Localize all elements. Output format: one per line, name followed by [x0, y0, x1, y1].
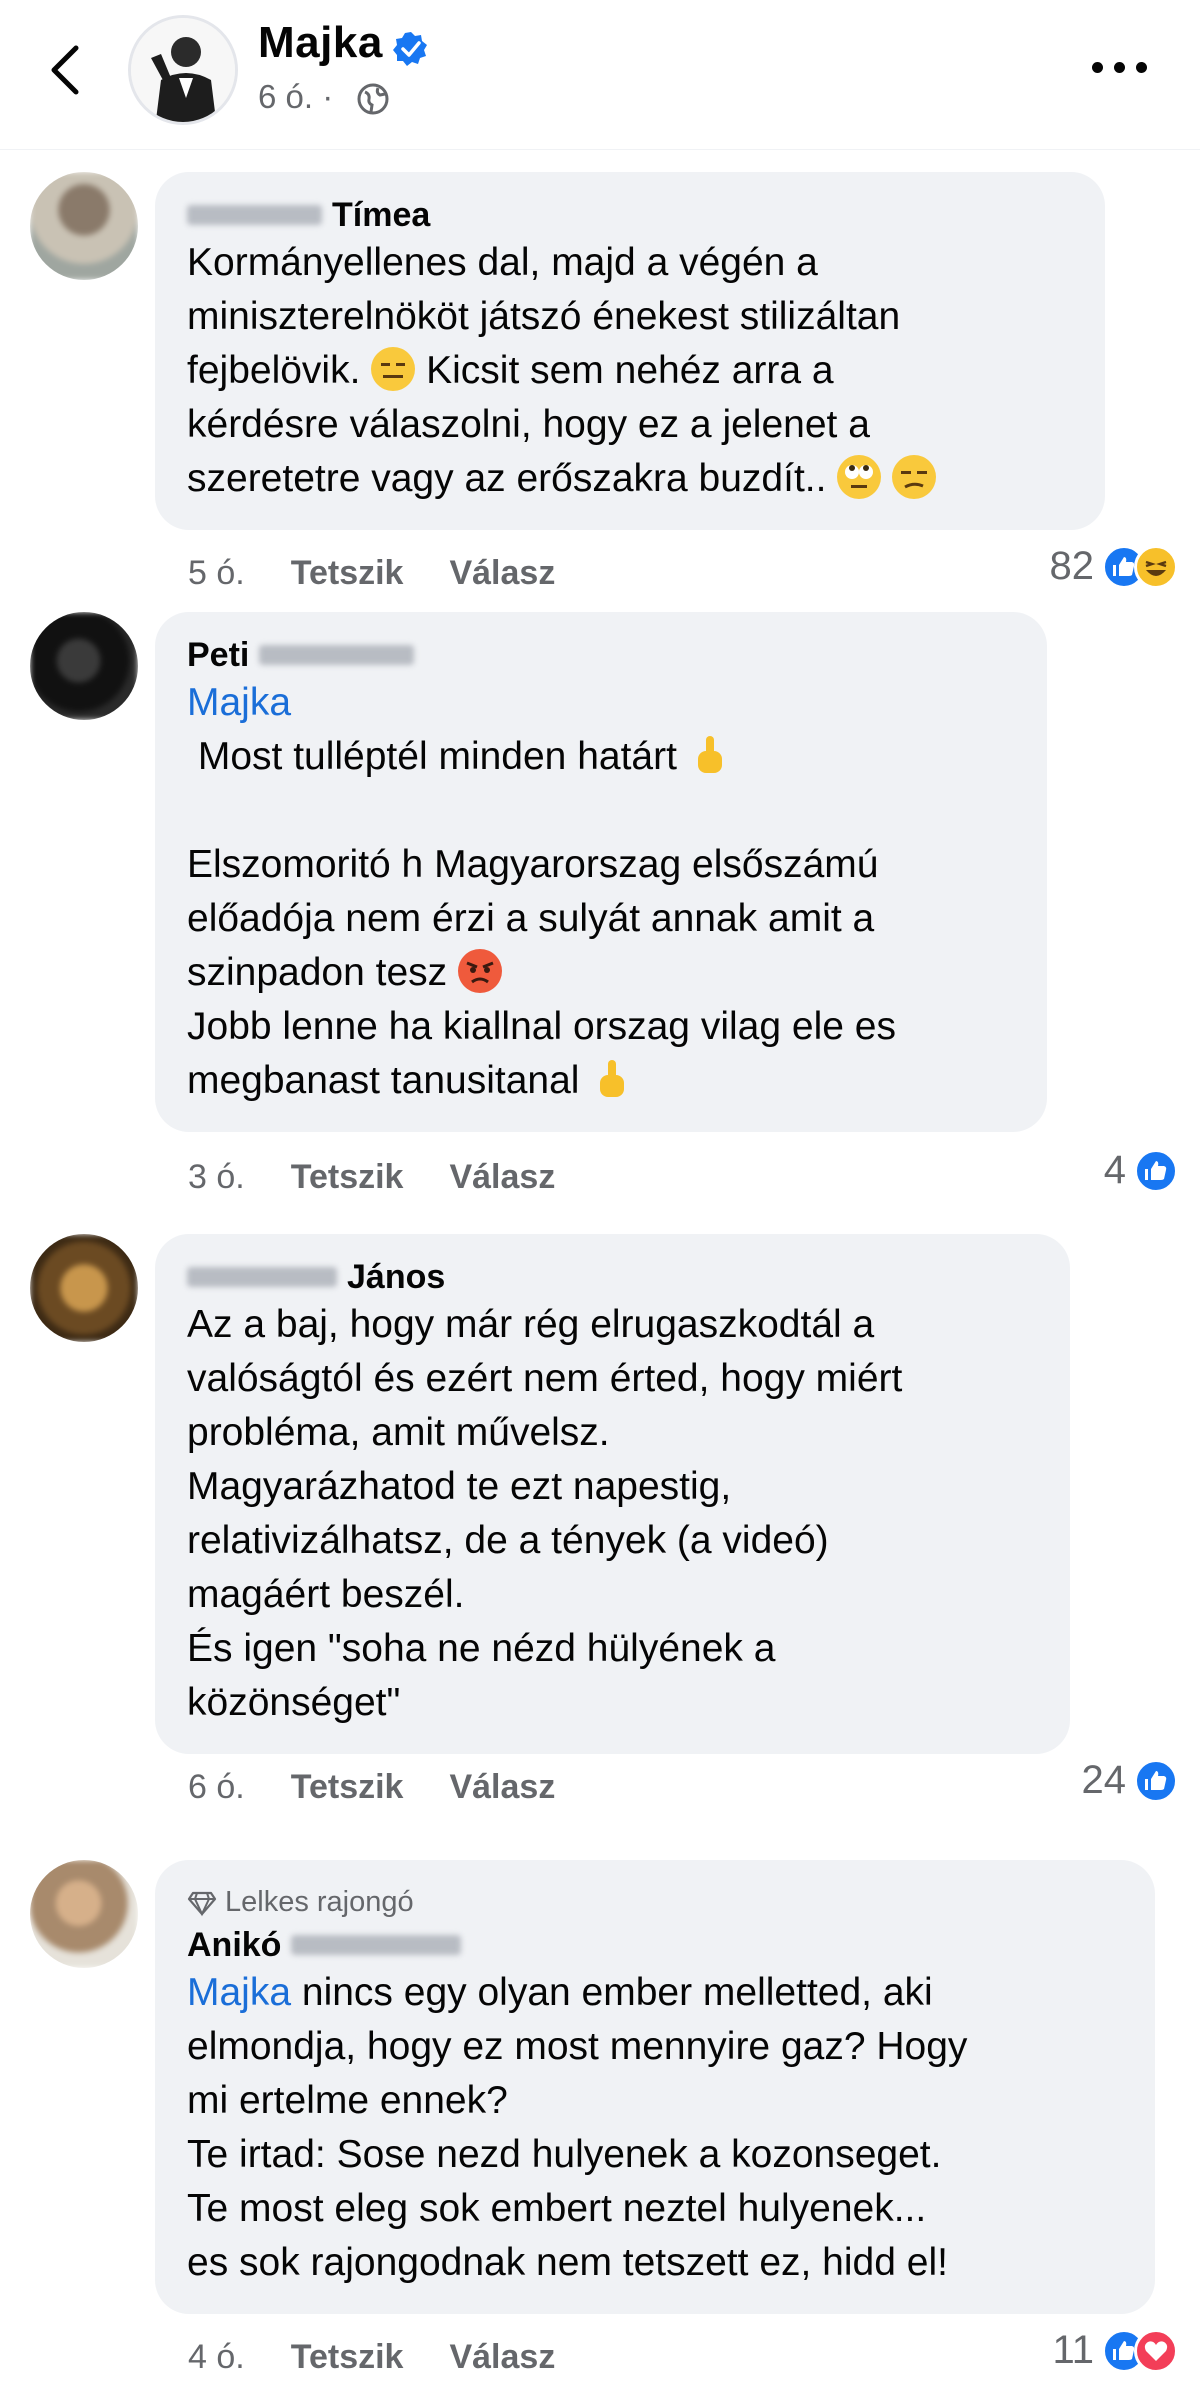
comment-author[interactable]: János [187, 1256, 1038, 1298]
author-first-name: Anikó [187, 1926, 282, 1964]
blurred-avatar-image [30, 1860, 138, 1968]
redacted-surname [187, 1267, 337, 1287]
comment-actions: 5 ó. Tetszik Válasz [188, 554, 555, 593]
author-first-name: Peti [187, 636, 250, 674]
like-reaction-icon [1134, 1148, 1178, 1193]
redacted-surname [187, 205, 322, 225]
page-name[interactable]: Majka [258, 18, 383, 68]
blurred-avatar-image [30, 1234, 138, 1342]
mention-link[interactable]: Majka [187, 681, 291, 724]
commenter-avatar[interactable] [30, 1234, 138, 1342]
unamused-emoji-icon [892, 455, 937, 499]
expressionless-emoji-icon [371, 347, 416, 391]
comment-text-part: nincs egy olyan ember melletted, aki elm… [187, 1971, 968, 2284]
reaction-count: 11 [1052, 2328, 1094, 2372]
reaction-count: 4 [1103, 1148, 1126, 1192]
comment-text-part: Jobb lenne ha kiallnal orszag vilag ele … [187, 1005, 896, 1102]
comment-bubble: Tímea Kormányellenes dal, majd a végén a… [155, 172, 1105, 530]
dot-icon [1114, 62, 1125, 73]
comment-actions: 3 ó. Tetszik Válasz [188, 1158, 555, 1197]
dot-icon [1092, 62, 1103, 73]
comment-text-part: Most tulléptél minden határt [187, 735, 688, 778]
angry-emoji-icon [458, 949, 503, 993]
reply-button[interactable]: Válasz [449, 554, 555, 593]
comment-text: Majka nincs egy olyan ember melletted, a… [187, 1966, 1123, 2290]
like-button[interactable]: Tetszik [291, 1768, 404, 1807]
eye-roll-emoji-icon [837, 455, 882, 499]
reaction-count: 82 [1049, 544, 1095, 588]
more-options-button[interactable] [1090, 52, 1150, 82]
reaction-summary[interactable]: 82 [1049, 544, 1178, 589]
reaction-summary[interactable]: 4 [1104, 1148, 1178, 1193]
comment-actions: 4 ó. Tetszik Válasz [188, 2338, 555, 2377]
reply-button[interactable]: Válasz [449, 1158, 555, 1197]
back-button[interactable] [40, 40, 90, 100]
comment-text: Majka Most tulléptél minden határt Elszo… [187, 676, 1015, 1108]
comment-author[interactable]: Anikó [187, 1924, 1123, 1966]
reaction-count: 24 [1081, 1758, 1127, 1802]
comment-age: 4 ó. [188, 2338, 245, 2376]
reply-button[interactable]: Válasz [449, 2338, 555, 2377]
commenter-avatar[interactable] [30, 612, 138, 720]
redacted-surname [291, 1935, 462, 1955]
comment-bubble: Peti Majka Most tulléptél minden határt … [155, 612, 1047, 1132]
dot-icon [1136, 62, 1147, 73]
author-first-name: János [347, 1258, 446, 1296]
pointing-up-emoji-icon [590, 1057, 634, 1101]
fan-badge: Lelkes rajongó [187, 1882, 1123, 1922]
commenter-avatar[interactable] [30, 172, 138, 280]
comment-actions: 6 ó. Tetszik Válasz [188, 1768, 555, 1807]
verified-badge-icon [393, 32, 427, 66]
redacted-surname [259, 645, 415, 665]
badge-label: Lelkes rajongó [225, 1886, 414, 1918]
reaction-summary[interactable]: 24 [1081, 1758, 1178, 1803]
like-button[interactable]: Tetszik [291, 1158, 404, 1197]
page-avatar[interactable] [128, 15, 238, 125]
comment-text: Az a baj, hogy már rég elrugaszkodtál a … [187, 1303, 903, 1724]
like-button[interactable]: Tetszik [291, 554, 404, 593]
post-age: 6 ó. · [258, 78, 334, 115]
love-reaction-icon [1134, 2328, 1178, 2373]
comment-text: Kormányellenes dal, majd a végén a minis… [187, 236, 1073, 506]
comment-bubble: János Az a baj, hogy már rég elrugaszkod… [155, 1234, 1070, 1754]
globe-icon [357, 83, 389, 115]
reply-button[interactable]: Válasz [449, 1768, 555, 1807]
reaction-summary[interactable]: 11 [1052, 2328, 1178, 2373]
diamond-icon [187, 1891, 217, 1917]
comment-age: 3 ó. [188, 1158, 245, 1196]
like-reaction-icon [1134, 1758, 1178, 1803]
mention-link[interactable]: Majka [187, 1971, 291, 2014]
person-icon [131, 18, 235, 122]
author-first-name: Tímea [332, 196, 431, 234]
comment-age: 6 ó. [188, 1768, 245, 1806]
like-button[interactable]: Tetszik [291, 2338, 404, 2377]
comment-age: 5 ó. [188, 554, 245, 592]
comment-text-part: Elszomoritó h Magyarorszag elsőszámú elő… [187, 843, 879, 994]
blurred-avatar-image [30, 172, 138, 280]
commenter-avatar[interactable] [30, 1860, 138, 1968]
haha-reaction-icon [1134, 544, 1178, 589]
chevron-left-icon [51, 45, 79, 95]
pointing-up-emoji-icon [688, 733, 732, 777]
comment-author[interactable]: Tímea [187, 194, 1073, 236]
comment-author[interactable]: Peti [187, 634, 1015, 676]
post-header: Majka 6 ó. · [0, 0, 1200, 150]
comment-bubble: Lelkes rajongó Anikó Majka nincs egy oly… [155, 1860, 1155, 2314]
blurred-avatar-image [30, 612, 138, 720]
